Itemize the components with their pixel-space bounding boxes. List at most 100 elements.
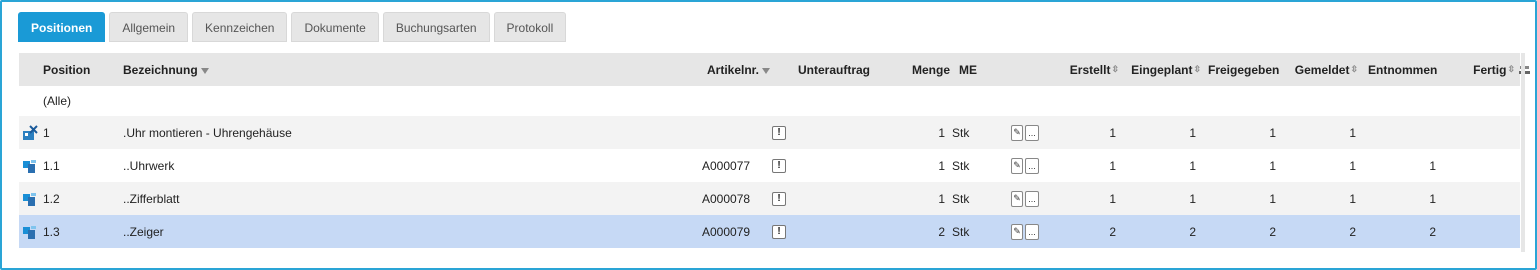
cell-erstellt: 2 bbox=[1109, 224, 1116, 239]
sort-icon[interactable]: ⇳ bbox=[1350, 65, 1358, 74]
cell-menge: 1 bbox=[938, 191, 945, 206]
tab-dokumente[interactable]: Dokumente bbox=[291, 12, 379, 42]
col-freigegeben-label: Freigegeben bbox=[1208, 62, 1280, 77]
col-menge[interactable]: Menge bbox=[899, 53, 950, 86]
tab-positionen[interactable]: Positionen bbox=[18, 12, 106, 42]
more-button[interactable]: ... bbox=[1025, 190, 1039, 207]
col-menge-label: Menge bbox=[911, 62, 950, 77]
cell-entnommen bbox=[1399, 116, 1436, 149]
cell-eingeplant: 1 bbox=[1189, 125, 1196, 140]
cell-entnommen: 2 bbox=[1429, 224, 1436, 239]
more-button[interactable]: ... bbox=[1025, 157, 1039, 174]
warning-button[interactable]: ! bbox=[772, 224, 786, 239]
cell-freigegeben: 1 bbox=[1269, 158, 1276, 173]
col-position[interactable]: Position bbox=[43, 53, 90, 86]
filter-position[interactable]: (Alle) bbox=[43, 86, 71, 116]
col-me-label: ME bbox=[959, 62, 977, 77]
edit-icon[interactable]: ✎ bbox=[1011, 223, 1023, 240]
warning-button[interactable]: ! bbox=[772, 191, 786, 206]
cell-me: Stk bbox=[952, 224, 970, 239]
cell-bezeichnung: ..Uhrwerk bbox=[123, 158, 175, 173]
cell-position: 1 bbox=[43, 125, 50, 140]
col-entnommen[interactable]: Entnommen bbox=[1368, 53, 1437, 86]
cell-me: Stk bbox=[952, 125, 970, 140]
tab-protokoll[interactable]: Protokoll bbox=[493, 12, 567, 42]
filter-position-value: (Alle) bbox=[43, 94, 72, 108]
cell-gemeldet: 2 bbox=[1349, 224, 1356, 239]
part-icon bbox=[22, 182, 38, 215]
col-fertig-label: Fertig bbox=[1473, 62, 1507, 77]
edit-icon[interactable]: ✎ bbox=[1011, 124, 1023, 141]
window-frame: Positionen Allgemein Kennzeichen Dokumen… bbox=[0, 0, 1537, 270]
table-row-selected[interactable]: 1.3 ..Zeiger A000079 ! 2 Stk ✎ ... 2 2 2… bbox=[19, 215, 1520, 248]
edit-icon[interactable]: ✎ bbox=[1011, 190, 1023, 207]
cell-gemeldet: 1 bbox=[1349, 125, 1356, 140]
col-erstellt[interactable]: Erstellt ⇳ bbox=[1059, 53, 1119, 86]
vertical-scrollbar[interactable] bbox=[1521, 53, 1525, 252]
cell-erstellt: 1 bbox=[1109, 125, 1116, 140]
cell-position: 1.1 bbox=[43, 158, 60, 173]
cell-menge: 1 bbox=[938, 125, 945, 140]
cell-menge: 1 bbox=[938, 158, 945, 173]
grid-header: Position Bezeichnung Artikelnr. Unterauf… bbox=[19, 53, 1530, 86]
cell-fertig bbox=[1469, 116, 1509, 149]
cell-entnommen: 1 bbox=[1429, 158, 1436, 173]
cell-bezeichnung: .Uhr montieren - Uhrengehäuse bbox=[123, 125, 292, 140]
warning-button[interactable]: ! bbox=[772, 158, 786, 173]
col-eingeplant[interactable]: Eingeplant ⇳ bbox=[1125, 53, 1201, 86]
cell-position: 1.2 bbox=[43, 191, 60, 206]
table-row[interactable]: 1 .Uhr montieren - Uhrengehäuse ! 1 Stk … bbox=[19, 116, 1520, 149]
cell-fertig bbox=[1469, 182, 1509, 215]
cell-freigegeben: 1 bbox=[1269, 191, 1276, 206]
cell-me: Stk bbox=[952, 191, 970, 206]
cell-gemeldet: 1 bbox=[1349, 191, 1356, 206]
cell-artikelnr: A000078 bbox=[702, 191, 751, 206]
col-gemeldet[interactable]: Gemeldet ⇳ bbox=[1289, 53, 1358, 86]
filter-icon[interactable] bbox=[762, 67, 771, 74]
col-artikelnr[interactable]: Artikelnr. bbox=[707, 53, 771, 86]
col-unterauftrag-label: Unterauftrag bbox=[798, 62, 871, 77]
cell-fertig bbox=[1469, 149, 1509, 182]
cell-artikelnr: A000079 bbox=[702, 224, 751, 239]
col-freigegeben[interactable]: Freigegeben bbox=[1208, 53, 1279, 86]
sort-icon[interactable]: ⇳ bbox=[1111, 65, 1119, 74]
cell-gemeldet: 1 bbox=[1349, 158, 1356, 173]
cell-erstellt: 1 bbox=[1109, 191, 1116, 206]
edit-icon[interactable]: ✎ bbox=[1011, 157, 1023, 174]
part-icon bbox=[22, 215, 38, 248]
more-button[interactable]: ... bbox=[1025, 223, 1039, 240]
warning-button[interactable]: ! bbox=[772, 125, 786, 140]
assembly-icon bbox=[22, 116, 38, 149]
col-entnommen-label: Entnommen bbox=[1368, 62, 1438, 77]
cell-fertig bbox=[1469, 215, 1509, 248]
cell-position: 1.3 bbox=[43, 224, 60, 239]
cell-entnommen: 1 bbox=[1429, 191, 1436, 206]
cell-erstellt: 1 bbox=[1109, 158, 1116, 173]
cell-freigegeben: 2 bbox=[1269, 224, 1276, 239]
cell-eingeplant: 2 bbox=[1189, 224, 1196, 239]
col-erstellt-label: Erstellt bbox=[1069, 62, 1111, 77]
col-eingeplant-label: Eingeplant bbox=[1131, 62, 1193, 77]
tab-bar: Positionen Allgemein Kennzeichen Dokumen… bbox=[18, 12, 567, 42]
filter-icon[interactable] bbox=[200, 67, 209, 74]
sort-icon[interactable]: ⇳ bbox=[1193, 65, 1201, 74]
cell-me: Stk bbox=[952, 158, 970, 173]
cell-artikelnr: A000077 bbox=[702, 158, 751, 173]
col-bezeichnung[interactable]: Bezeichnung bbox=[123, 53, 209, 86]
sort-icon[interactable]: ⇳ bbox=[1507, 65, 1515, 74]
more-button[interactable]: ... bbox=[1025, 124, 1039, 141]
tab-allgemein[interactable]: Allgemein bbox=[109, 12, 189, 42]
col-bezeichnung-label: Bezeichnung bbox=[123, 62, 198, 77]
tab-buchungsarten[interactable]: Buchungsarten bbox=[382, 12, 490, 42]
table-row[interactable]: 1.2 ..Zifferblatt A000078 ! 1 Stk ✎ ... … bbox=[19, 182, 1520, 215]
cell-bezeichnung: ..Zifferblatt bbox=[123, 191, 180, 206]
tab-kennzeichen[interactable]: Kennzeichen bbox=[192, 12, 288, 42]
part-icon bbox=[22, 149, 38, 182]
col-me[interactable]: ME bbox=[959, 53, 977, 86]
col-artikelnr-label: Artikelnr. bbox=[707, 62, 760, 77]
table-row[interactable]: 1.1 ..Uhrwerk A000077 ! 1 Stk ✎ ... 1 1 … bbox=[19, 149, 1520, 182]
col-fertig[interactable]: Fertig ⇳ bbox=[1469, 53, 1515, 86]
filter-row: (Alle) bbox=[19, 86, 1520, 116]
col-gemeldet-label: Gemeldet bbox=[1294, 62, 1350, 77]
col-unterauftrag[interactable]: Unterauftrag bbox=[798, 53, 870, 86]
